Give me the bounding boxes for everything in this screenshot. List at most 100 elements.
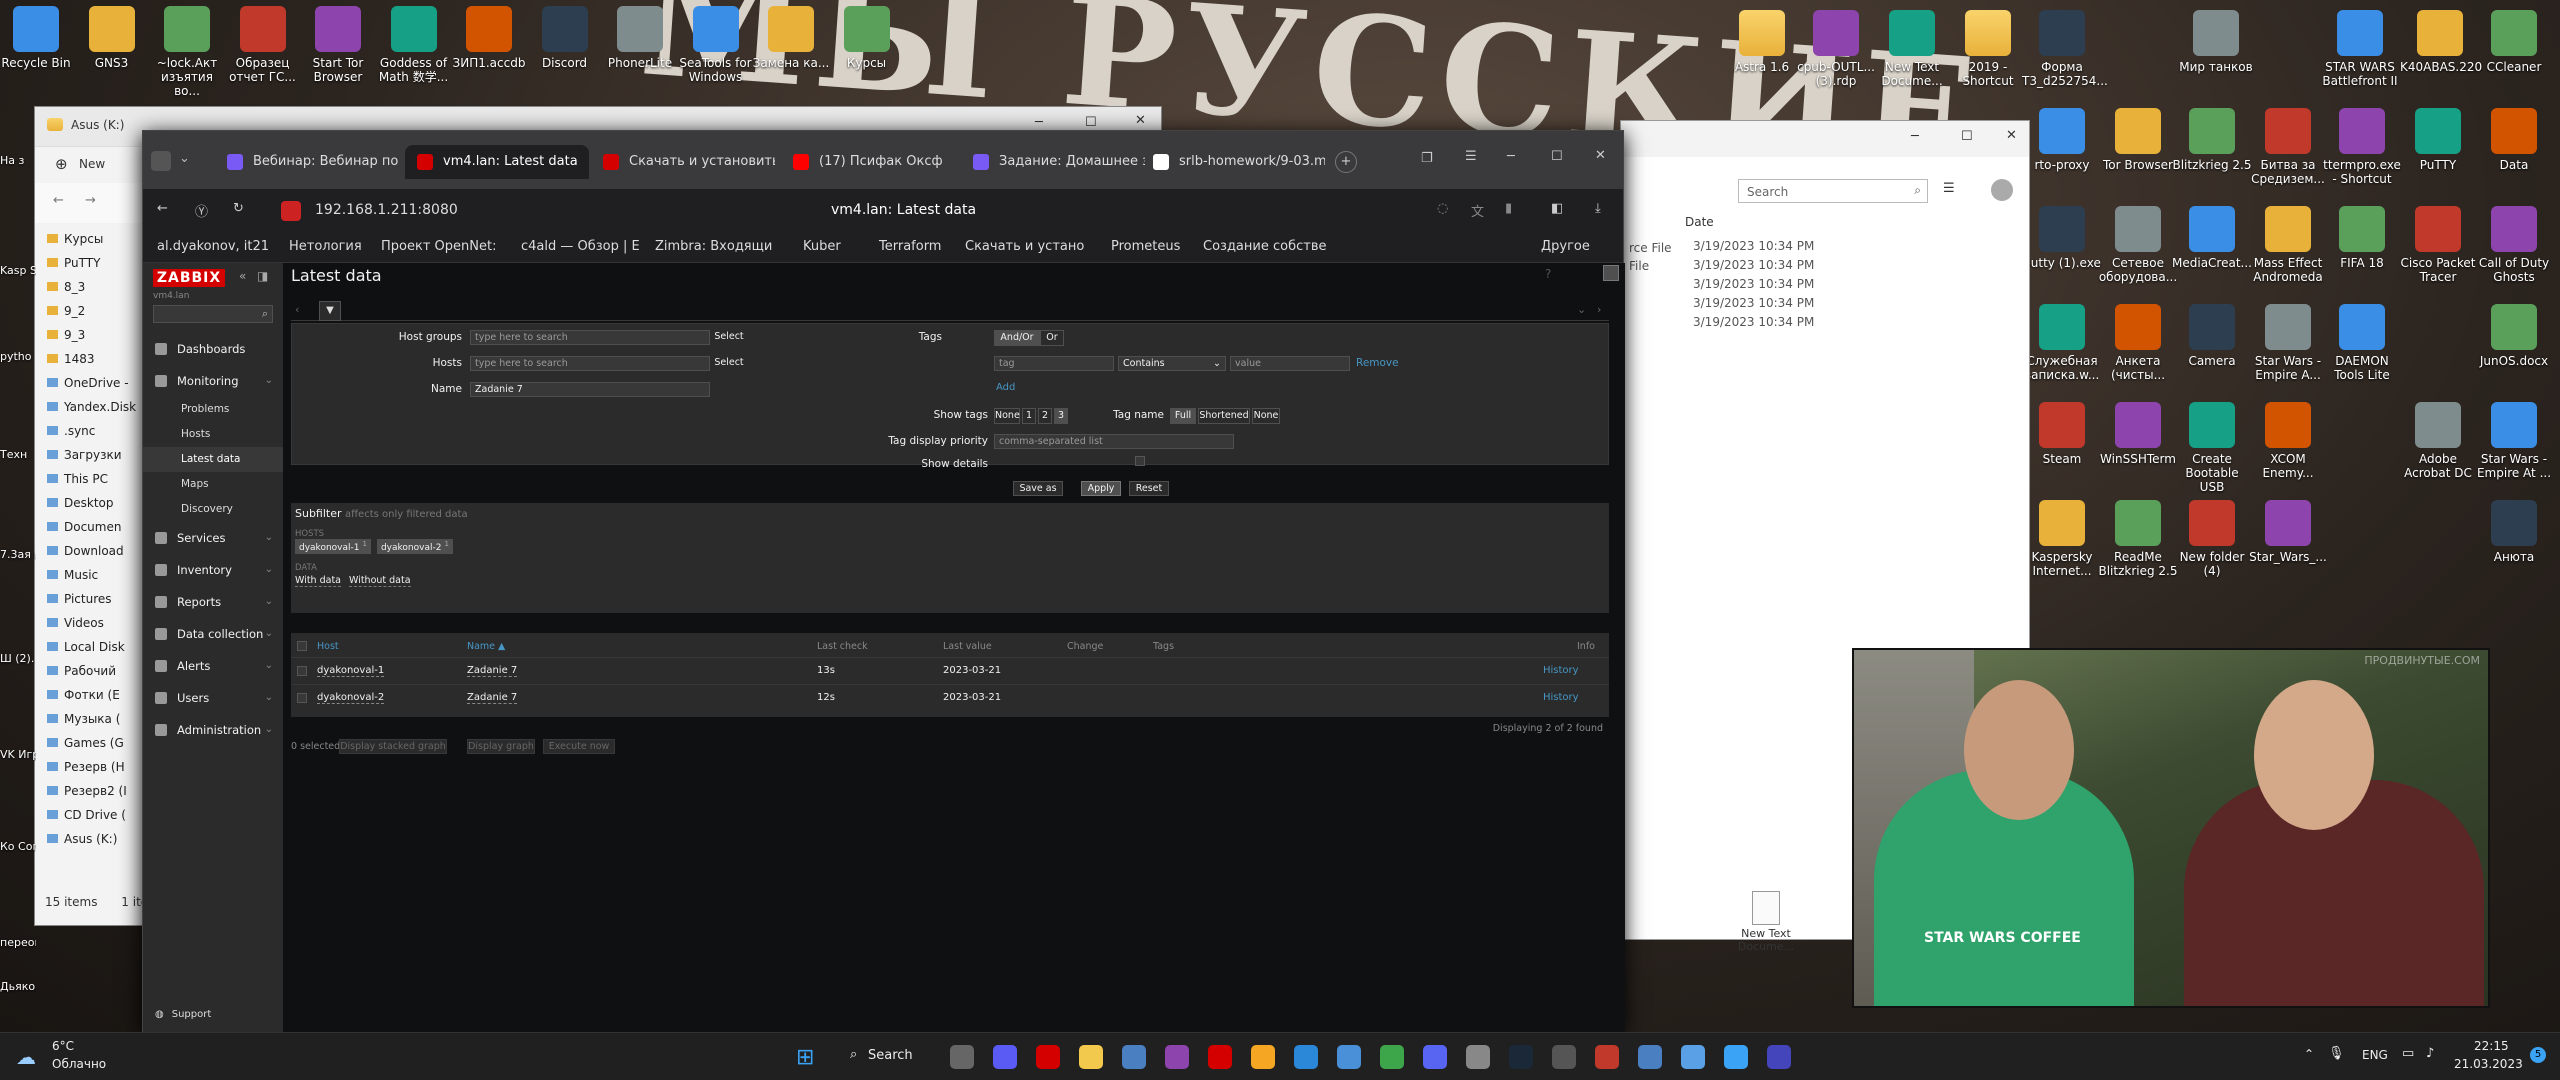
desktop-icon[interactable]: Steam: [2022, 402, 2102, 466]
select-all-checkbox[interactable]: [297, 641, 307, 651]
taskbar-app-icon[interactable]: [1595, 1045, 1619, 1069]
url-field[interactable]: 192.168.1.211:8080: [315, 202, 458, 218]
maximize-icon[interactable]: ☐: [1551, 149, 1563, 164]
row-checkbox[interactable]: [297, 666, 307, 676]
bookmark-item[interactable]: Нетология: [289, 239, 362, 254]
nav-tree-item[interactable]: 9_2: [35, 299, 145, 323]
sidebar-item-dashboards[interactable]: Dashboards: [143, 333, 283, 365]
maximize-icon[interactable]: ☐: [1085, 115, 1097, 130]
nav-tree-item[interactable]: Music: [35, 563, 145, 587]
tag-add-link[interactable]: Add: [996, 382, 1015, 393]
bookmark-item[interactable]: Скачать и устано: [965, 239, 1084, 254]
row-host-link[interactable]: dyakonoval-2: [317, 692, 385, 704]
taskbar-app-icon[interactable]: [1036, 1045, 1060, 1069]
menu-icon[interactable]: ☰: [1465, 149, 1477, 164]
network-icon[interactable]: ▭: [2402, 1046, 2414, 1061]
filter-prev-icon[interactable]: ‹: [295, 303, 299, 316]
desktop-icon[interactable]: Call of Duty Ghosts: [2474, 206, 2554, 284]
bookmark-item[interactable]: Prometeus: [1111, 239, 1180, 254]
forward-arrow-icon[interactable]: →: [85, 193, 96, 208]
row-item-name[interactable]: Zadanie 7: [467, 665, 518, 677]
bookmark-item[interactable]: Kuber: [803, 239, 841, 254]
table-header[interactable]: Name ▲: [467, 641, 505, 652]
sidebar-item-users[interactable]: Users ⌄: [143, 682, 283, 714]
taskbar-search[interactable]: ⌕ Search: [846, 1043, 926, 1071]
browser-tab[interactable]: vm4.lan: Latest data: [405, 145, 589, 179]
desktop-icon[interactable]: Битва за Средизем...: [2248, 108, 2328, 186]
nav-tree-item[interactable]: Asus (K:): [35, 827, 145, 851]
desktop-icon[interactable]: Курсы: [827, 6, 907, 70]
chat-icon[interactable]: ◌: [1437, 201, 1448, 216]
language-indicator[interactable]: ENG: [2362, 1048, 2388, 1062]
desktop-icon[interactable]: Сетевое оборудова...: [2098, 206, 2178, 284]
taskbar-app-icon[interactable]: [1337, 1045, 1361, 1069]
sidebar-subitem-latest-data[interactable]: Latest data: [143, 447, 283, 472]
nav-tree-item[interactable]: CD Drive (: [35, 803, 145, 827]
subfilter-data-option[interactable]: Without data: [349, 575, 411, 587]
desktop-edge-label[interactable]: 7.3ая карта: [0, 548, 36, 561]
nav-tree-item[interactable]: PuTTY: [35, 251, 145, 275]
desktop-icon[interactable]: ttermpro.exe - Shortcut: [2322, 108, 2402, 186]
row-history-link[interactable]: History: [1543, 665, 1579, 676]
nav-tree-item[interactable]: Local Disk: [35, 635, 145, 659]
browser-tab[interactable]: Скачать и установить Z: [591, 145, 775, 179]
sidebar-subitem-discovery[interactable]: Discovery: [143, 497, 283, 522]
desktop-icon[interactable]: GNS3: [72, 6, 152, 70]
row-host-link[interactable]: dyakonoval-1: [317, 665, 385, 677]
desktop-icon[interactable]: Blitzkrieg 2.5: [2172, 108, 2252, 172]
desktop-icon[interactable]: Camera: [2172, 304, 2252, 368]
tag-priority-input[interactable]: comma-separated list: [994, 434, 1234, 449]
search-box[interactable]: Search ⌕: [1738, 179, 1928, 203]
desktop-icon[interactable]: SeaTools for Windows: [676, 6, 756, 84]
nav-tree-item[interactable]: Pictures: [35, 587, 145, 611]
tags-andor-toggle[interactable]: And/Or: [994, 330, 1040, 346]
nav-tree-item[interactable]: 9_3: [35, 323, 145, 347]
desktop-edge-label[interactable]: Техн: [0, 448, 36, 461]
nav-tree-item[interactable]: Рабочий: [35, 659, 145, 683]
desktop-icon[interactable]: Start Tor Browser: [298, 6, 378, 84]
name-input[interactable]: Zadanie 7: [470, 382, 710, 397]
microphone-icon[interactable]: 🎙: [2328, 1046, 2345, 1061]
nav-tree-item[interactable]: Games (G: [35, 731, 145, 755]
subfilter-data-option[interactable]: With data: [295, 575, 341, 587]
hosts-input[interactable]: type here to search: [470, 356, 710, 371]
taskbar-app-icon[interactable]: [993, 1045, 1017, 1069]
desktop-icon[interactable]: Cisco Packet Tracer: [2398, 206, 2478, 284]
desktop-edge-label[interactable]: Ко Согла: [0, 840, 36, 853]
sidebar-item-administration[interactable]: Administration ⌄: [143, 714, 283, 746]
tag-name-option[interactable]: Shortened: [1198, 408, 1250, 424]
help-icon[interactable]: ?: [1545, 267, 1551, 281]
nav-tree-item[interactable]: Desktop: [35, 491, 145, 515]
taskbar-app-icon[interactable]: [1208, 1045, 1232, 1069]
desktop-icon[interactable]: Discord: [525, 6, 605, 70]
download-icon[interactable]: ⤓: [1595, 201, 1601, 216]
notification-badge[interactable]: 5: [2530, 1047, 2546, 1063]
desktop-icon[interactable]: K40ABAS.220: [2400, 10, 2482, 74]
desktop-edge-label[interactable]: Kasp Secu: [0, 264, 36, 277]
nav-tree-item[interactable]: Yandex.Disk: [35, 395, 145, 419]
bookmark-item[interactable]: Terraform: [879, 239, 941, 254]
desktop-icon[interactable]: XCOM Enemy...: [2248, 402, 2328, 480]
taskbar-app-icon[interactable]: [1122, 1045, 1146, 1069]
desktop-icon[interactable]: Star Wars - Empire At ...: [2474, 402, 2554, 480]
translate-icon[interactable]: 文: [1471, 201, 1484, 220]
mass-action-button[interactable]: Display graph: [467, 739, 535, 754]
sidebar-subitem-hosts[interactable]: Hosts: [143, 422, 283, 447]
video-pip[interactable]: ПРОДВИНУТЫЕ.COM STAR WARS COFFEE: [1852, 648, 2490, 1008]
nav-tree-item[interactable]: Резерв (H: [35, 755, 145, 779]
insecure-lock-icon[interactable]: [281, 201, 301, 221]
taskbar-app-icon[interactable]: [1724, 1045, 1748, 1069]
taskbar-app-icon[interactable]: [1165, 1045, 1189, 1069]
desktop-icon[interactable]: Star_Wars_...: [2248, 500, 2328, 564]
kiosk-icon[interactable]: ◨: [257, 269, 268, 283]
browser-tab[interactable]: Вебинар: Вебинар по т: [215, 145, 399, 179]
sidebar-item-alerts[interactable]: Alerts ⌄: [143, 650, 283, 682]
desktop-icon[interactable]: FIFA 18: [2322, 206, 2402, 270]
tag-operator-select[interactable]: Contains ⌄: [1118, 356, 1226, 371]
desktop-icon[interactable]: Star Wars - Empire A...: [2248, 304, 2328, 382]
maximize-icon[interactable]: ☐: [1961, 129, 1973, 144]
user-avatar[interactable]: [1991, 179, 2013, 201]
desktop-icon[interactable]: Goddess of Math 数学...: [374, 6, 454, 84]
desktop-file-new-text[interactable]: New Text Docume...: [1731, 891, 1801, 953]
desktop-icon[interactable]: Mass Effect Andromeda: [2248, 206, 2328, 284]
